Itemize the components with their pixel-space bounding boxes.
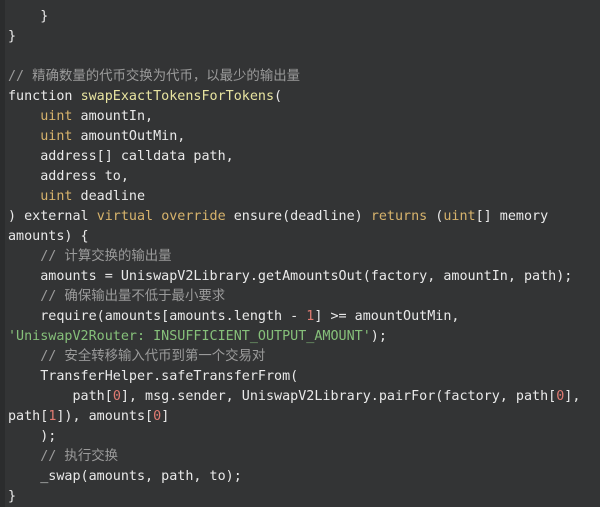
code-token-plain: TransferHelper.safeTransferFrom( <box>8 369 299 384</box>
code-line: // 安全转移输入代币到第一个交易对 <box>8 347 600 367</box>
code-line: uint amountOutMin, <box>8 127 600 147</box>
code-line: address[] calldata path, <box>8 147 600 167</box>
code-line: _swap(amounts, path, to); <box>8 467 600 487</box>
code-token-keyword: uint <box>443 209 476 224</box>
code-token-plain: amountIn, <box>72 109 154 124</box>
code-token-string: 'UniswapV2Router: INSUFFICIENT_OUTPUT_AM… <box>8 329 371 344</box>
code-token-plain: } <box>8 9 49 24</box>
code-token-plain: ]), amounts[ <box>56 409 154 424</box>
code-token-plain: deadline <box>72 189 146 204</box>
code-line: path[1]), amounts[0] <box>8 407 600 427</box>
code-token-plain: ( <box>427 209 444 224</box>
code-token-number: 0 <box>153 409 162 424</box>
code-token-keyword: uint <box>40 129 73 144</box>
code-token-plain: amounts = UniswapV2Library.getAmountsOut… <box>8 269 573 284</box>
code-line: uint deadline <box>8 187 600 207</box>
code-line: address to, <box>8 167 600 187</box>
code-token-keyword: virtual <box>96 209 154 224</box>
code-token-plain: address[] calldata path, <box>8 149 234 164</box>
code-token-comment: // 执行交换 <box>8 449 118 464</box>
code-line: ) external virtual override ensure(deadl… <box>8 207 600 227</box>
code-token-keyword: returns <box>370 209 428 224</box>
code-token-plain: path[ <box>8 389 113 404</box>
code-token-plain: ) external <box>8 209 97 224</box>
code-token-plain: amountOutMin, <box>72 129 186 144</box>
code-token-plain: } <box>8 489 17 504</box>
code-token-plain: [] memory <box>475 209 549 224</box>
code-token-plain: ], <box>564 389 581 404</box>
code-token-plain: ] <box>161 409 170 424</box>
code-block: }} // 精确数量的代币交换为代币，以最少的输出量 function swapE… <box>0 0 600 507</box>
code-lines-container[interactable]: }} // 精确数量的代币交换为代币，以最少的输出量 function swapE… <box>0 5 600 507</box>
code-line: // 执行交换 <box>8 447 600 467</box>
code-token-keyword: uint <box>40 189 73 204</box>
code-token-plain: ( <box>274 89 283 104</box>
code-token-plain: ], msg.sender, UniswapV2Library.pairFor(… <box>120 389 557 404</box>
code-line: TransferHelper.safeTransferFrom( <box>8 367 600 387</box>
code-token-number: 0 <box>112 389 121 404</box>
code-line: // 确保输出量不低于最小要求 <box>8 287 600 307</box>
code-line: function swapExactTokensForTokens( <box>8 87 600 107</box>
code-token-plain: ] >= amountOutMin, <box>314 309 460 324</box>
code-line: } <box>8 7 600 27</box>
code-line: // 精确数量的代币交换为代币，以最少的输出量 <box>8 67 600 87</box>
code-token-plain: require(amounts[amounts.length - <box>8 309 307 324</box>
code-line: amounts = UniswapV2Library.getAmountsOut… <box>8 267 600 287</box>
code-line: require(amounts[amounts.length - 1] >= a… <box>8 307 600 327</box>
code-line: 'UniswapV2Router: INSUFFICIENT_OUTPUT_AM… <box>8 327 600 347</box>
code-line: ); <box>8 427 600 447</box>
code-token-plain: } <box>8 29 17 44</box>
code-line: uint amountIn, <box>8 107 600 127</box>
code-token-plain: amounts) { <box>8 229 89 244</box>
code-token-keyword: override <box>161 209 226 224</box>
code-token-plain: address to, <box>8 169 129 184</box>
code-token-comment: // 精确数量的代币交换为代币，以最少的输出量 <box>8 69 300 84</box>
code-token-plain: function <box>8 89 81 104</box>
code-token-comment: // 确保输出量不低于最小要求 <box>8 289 226 304</box>
code-line: amounts) { <box>8 227 600 247</box>
code-line: } <box>8 487 600 507</box>
code-token-plain: ensure(deadline) <box>225 209 371 224</box>
code-line: // 计算交换的输出量 <box>8 247 600 267</box>
code-token-plain: path[ <box>8 409 49 424</box>
code-line: path[0], msg.sender, UniswapV2Library.pa… <box>8 387 600 407</box>
code-token-comment: // 安全转移输入代币到第一个交易对 <box>8 349 266 364</box>
code-token-plain: _swap(amounts, path, to); <box>8 469 242 484</box>
code-line: } <box>8 27 600 47</box>
code-token-plain: ); <box>8 429 57 444</box>
code-token-comment: // 计算交换的输出量 <box>8 249 172 264</box>
code-token-plain: ); <box>370 329 387 344</box>
code-token-keyword: uint <box>40 109 73 124</box>
code-token-function: swapExactTokensForTokens <box>80 89 275 104</box>
